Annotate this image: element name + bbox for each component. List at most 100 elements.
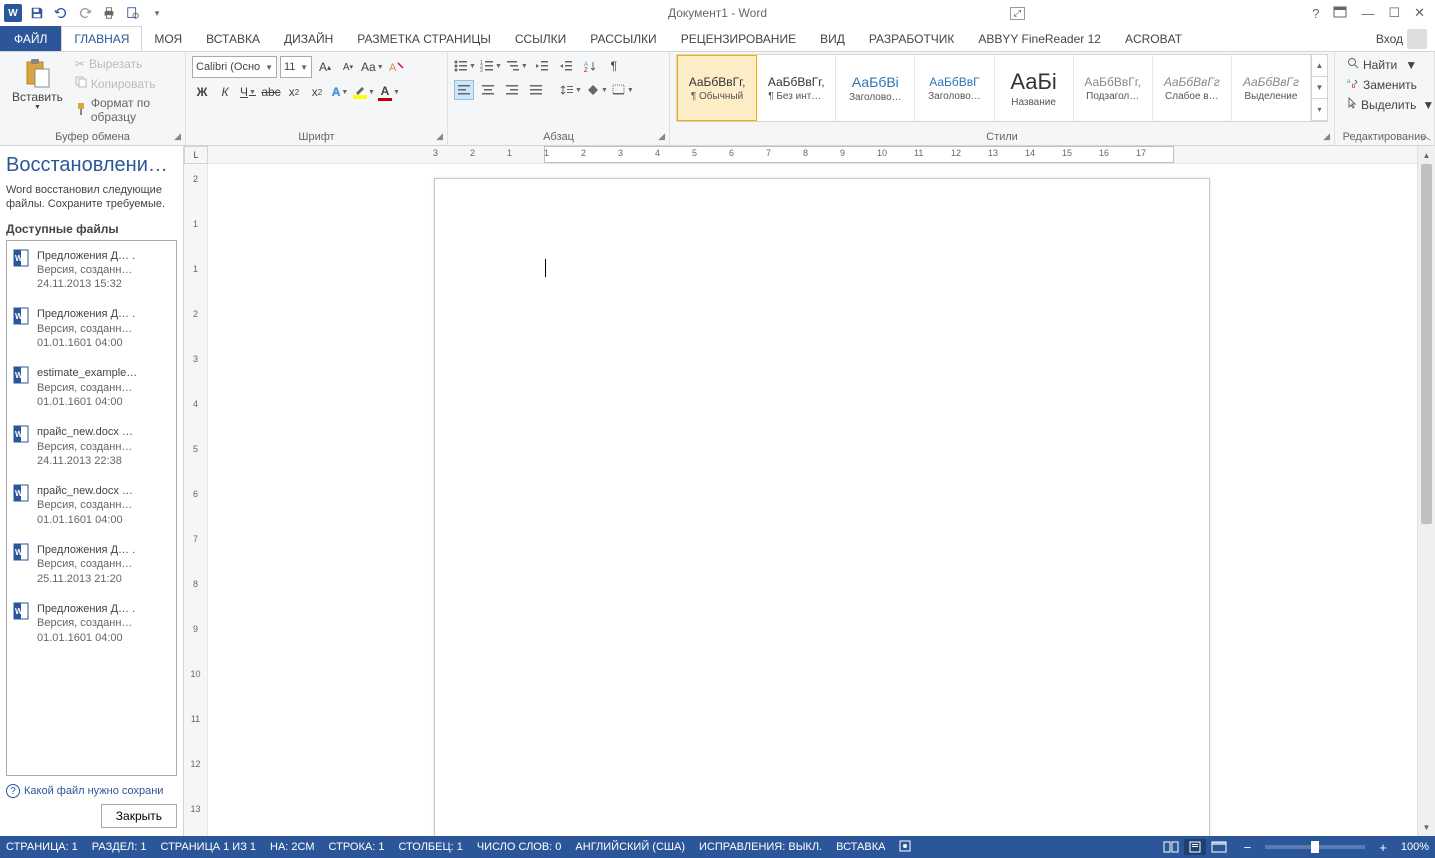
horizontal-ruler[interactable]: 3211234567891011121314151617 <box>208 146 1417 164</box>
style-item-5[interactable]: АаБбВвГг,Подзагол… <box>1074 55 1153 121</box>
clear-formatting-button[interactable]: A <box>387 57 407 77</box>
tab-вставка[interactable]: ВСТАВКА <box>194 26 272 51</box>
page[interactable] <box>434 178 1210 836</box>
replace-button[interactable]: abЗаменить <box>1345 76 1419 93</box>
style-item-7[interactable]: АаБбВвГгВыделение <box>1232 55 1311 121</box>
quick-print-icon[interactable] <box>100 4 118 22</box>
paste-button[interactable]: Вставить ▼ <box>6 54 69 115</box>
tab-selector[interactable]: L <box>184 146 208 164</box>
help-icon[interactable]: ? <box>1312 6 1319 21</box>
print-layout-icon[interactable] <box>1184 839 1206 855</box>
show-hide-button[interactable]: ¶ <box>604 56 624 76</box>
maximize-icon[interactable]: ☐ <box>1388 5 1400 21</box>
recovery-close-button[interactable]: Закрыть <box>101 804 177 828</box>
minimize-icon[interactable]: — <box>1361 6 1374 21</box>
text-effects-button[interactable]: A▼ <box>330 82 350 102</box>
scroll-thumb[interactable] <box>1421 164 1432 524</box>
shrink-font-button[interactable]: A▾ <box>338 57 358 77</box>
recovery-file-item[interactable]: WПредложения Д… .Версия, созданн…01.01.1… <box>7 594 176 653</box>
font-size-combo[interactable]: 11▼ <box>280 56 312 78</box>
redo-icon[interactable] <box>76 4 94 22</box>
italic-button[interactable]: К <box>215 82 235 102</box>
subscript-button[interactable]: x2 <box>284 82 304 102</box>
recovery-file-item[interactable]: WПредложения Д… .Версия, созданн…24.11.2… <box>7 241 176 300</box>
tab-file[interactable]: ФАЙЛ <box>0 26 61 51</box>
status-position[interactable]: НА: 2СМ <box>270 841 315 853</box>
underline-button[interactable]: Ч▼ <box>238 82 258 102</box>
copy-button[interactable]: Копировать <box>73 75 175 92</box>
recovery-help-link[interactable]: ? Какой файл нужно сохрани <box>6 784 177 798</box>
borders-button[interactable]: ▼ <box>612 80 634 100</box>
recovery-file-item[interactable]: Wпрайс_new.docx …Версия, созданн…24.11.2… <box>7 417 176 476</box>
tab-вид[interactable]: ВИД <box>808 26 857 51</box>
font-name-combo[interactable]: Calibri (Осно▼ <box>192 56 277 78</box>
status-line[interactable]: СТРОКА: 1 <box>329 841 385 853</box>
status-page[interactable]: СТРАНИЦА: 1 <box>6 841 78 853</box>
macro-recording-icon[interactable] <box>899 840 911 855</box>
clipboard-launcher-icon[interactable]: ◢ <box>174 131 181 142</box>
bold-button[interactable]: Ж <box>192 82 212 102</box>
strikethrough-button[interactable]: abc <box>261 82 281 102</box>
font-color-button[interactable]: A▼ <box>378 82 400 102</box>
shading-button[interactable]: ▼ <box>586 80 608 100</box>
tab-acrobat[interactable]: ACROBAT <box>1113 26 1194 51</box>
read-mode-icon[interactable] <box>1160 839 1182 855</box>
zoom-level[interactable]: 100% <box>1401 841 1429 853</box>
scroll-up-icon[interactable]: ▲ <box>1418 146 1435 164</box>
print-preview-icon[interactable] <box>124 4 142 22</box>
style-item-4[interactable]: АаБіНазвание <box>995 55 1074 121</box>
format-painter-button[interactable]: Формат по образцу <box>73 95 175 125</box>
style-item-2[interactable]: АаБбВіЗаголово… <box>836 55 915 121</box>
cut-button[interactable]: ✂Вырезать <box>73 56 175 72</box>
vertical-ruler[interactable]: 2112345678910111213 <box>184 164 208 836</box>
status-column[interactable]: СТОЛБЕЦ: 1 <box>398 841 462 853</box>
highlight-button[interactable]: ▼ <box>353 82 375 102</box>
select-button[interactable]: Выделить▼ <box>1345 96 1435 113</box>
styles-scroll-up[interactable]: ▲ <box>1312 55 1327 77</box>
align-right-button[interactable] <box>502 80 522 100</box>
status-page-of[interactable]: СТРАНИЦА 1 ИЗ 1 <box>161 841 257 853</box>
recovery-file-item[interactable]: WПредложения Д… .Версия, созданн…01.01.1… <box>7 299 176 358</box>
superscript-button[interactable]: x2 <box>307 82 327 102</box>
word-app-icon[interactable]: W <box>4 4 22 22</box>
status-word-count[interactable]: ЧИСЛО СЛОВ: 0 <box>477 841 562 853</box>
styles-scroll-down[interactable]: ▼ <box>1312 77 1327 99</box>
tab-ссылки[interactable]: ССЫЛКИ <box>503 26 578 51</box>
zoom-slider-thumb[interactable] <box>1311 841 1319 853</box>
scroll-down-icon[interactable]: ▼ <box>1418 818 1435 836</box>
ribbon-display-options-icon[interactable]: ⤢ <box>1010 7 1025 20</box>
increase-indent-button[interactable] <box>556 56 576 76</box>
style-item-3[interactable]: АаБбВвГЗаголово… <box>915 55 994 121</box>
collapse-ribbon-icon[interactable]: ︿ <box>1421 128 1431 143</box>
line-spacing-button[interactable]: ▼ <box>560 80 582 100</box>
status-insert-mode[interactable]: ВСТАВКА <box>836 841 885 853</box>
styles-scroll-more[interactable]: ▾ <box>1312 99 1327 121</box>
styles-launcher-icon[interactable]: ◢ <box>1323 131 1330 142</box>
justify-button[interactable] <box>526 80 546 100</box>
grow-font-button[interactable]: A▴ <box>315 57 335 77</box>
recovery-file-item[interactable]: WПредложения Д… .Версия, созданн…25.11.2… <box>7 535 176 594</box>
tab-abbyy-finereader-12[interactable]: ABBYY FineReader 12 <box>966 26 1113 51</box>
style-item-1[interactable]: АаБбВвГг,¶ Без инте… <box>757 55 836 121</box>
recovery-file-item[interactable]: Westimate_example…Версия, созданн…01.01.… <box>7 358 176 417</box>
style-item-0[interactable]: АаБбВвГг,¶ Обычный <box>677 55 757 121</box>
find-button[interactable]: Найти▼ <box>1345 56 1419 73</box>
tab-разметка-страницы[interactable]: РАЗМЕТКА СТРАНИЦЫ <box>345 26 503 51</box>
change-case-button[interactable]: Aa▼ <box>361 57 384 77</box>
decrease-indent-button[interactable] <box>532 56 552 76</box>
status-language[interactable]: АНГЛИЙСКИЙ (США) <box>575 841 685 853</box>
web-layout-icon[interactable] <box>1208 839 1230 855</box>
sign-in[interactable]: Вход <box>1376 29 1427 49</box>
align-left-button[interactable] <box>454 80 474 100</box>
tab-рецензирование[interactable]: РЕЦЕНЗИРОВАНИЕ <box>669 26 808 51</box>
recovery-file-item[interactable]: Wпрайс_new.docx …Версия, созданн…01.01.1… <box>7 476 176 535</box>
save-icon[interactable] <box>28 4 46 22</box>
numbering-button[interactable]: 123▼ <box>480 56 502 76</box>
page-canvas[interactable] <box>208 164 1417 836</box>
paragraph-launcher-icon[interactable]: ◢ <box>658 131 665 142</box>
sort-button[interactable]: AZ <box>580 56 600 76</box>
font-launcher-icon[interactable]: ◢ <box>436 131 443 142</box>
qat-customize-icon[interactable]: ▾ <box>148 4 166 22</box>
zoom-slider[interactable] <box>1265 845 1365 849</box>
status-section[interactable]: РАЗДЕЛ: 1 <box>92 841 147 853</box>
